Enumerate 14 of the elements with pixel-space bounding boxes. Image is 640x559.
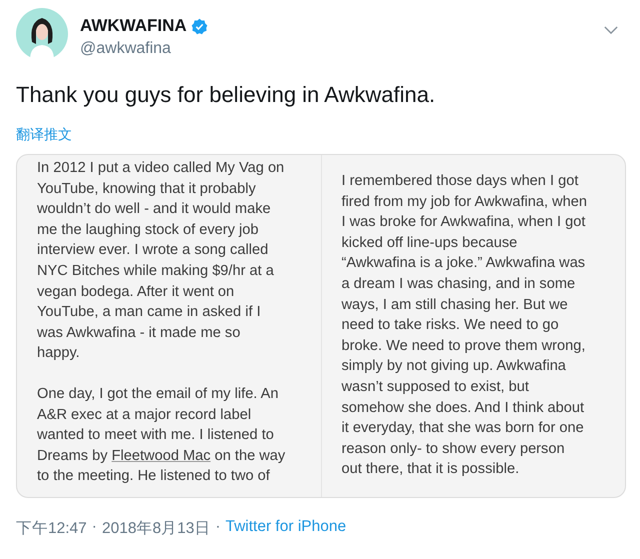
note-paragraph: One day, I got the email of my life. An A&R exec at a major record label wanted to meet with me. I listened to Dreams by Fleetwood Mac on the way to the meeting. He listened to two of (37, 384, 286, 486)
chevron-down-icon[interactable] (604, 26, 618, 35)
avatar[interactable] (16, 8, 68, 60)
note-paragraph: I remembered those days when I got fired from my job for Awkwafina, when I was broke for Awkwafina, when I got kicked off line-ups because “Awkwafina is a joke.” Awkwafina was a dream I was chasing, and in some ways, I am still chasing her. But we need to take risks. We need to go broke. We need to prove them wrong, simply by not giving up. Awkwafina wasn’t supposed to exist, but somehow she does. And I think about it everyday, that she was born for one reason only- to show every person out there, that it is possible. (342, 172, 588, 480)
source-link[interactable]: Twitter for iPhone (225, 518, 346, 539)
separator-dot: · (215, 518, 220, 537)
tweet-text: Thank you guys for believing in Awkwafina. (16, 82, 436, 108)
tweet-date: 2018年8月13日 (102, 519, 210, 539)
author-name[interactable]: AWKWAFINA (80, 16, 187, 36)
separator-dot: · (92, 518, 97, 537)
note-paragraph: In 2012 I put a video called My Vag on YouTube, knowing that it probably wouldn’t do well - and it would make me the laughing stock of every job interview ever. I wrote a song called NYC Bitches while making $9/hr at a vegan bodega. After it went on YouTube, a man came in asked if I was Awkwafina - it made me so happy. (37, 159, 286, 364)
tweet-time: 下午12:47 (16, 519, 87, 539)
author-handle[interactable]: @awkwafina (80, 40, 208, 58)
translate-link[interactable]: 翻译推文 (16, 126, 72, 144)
